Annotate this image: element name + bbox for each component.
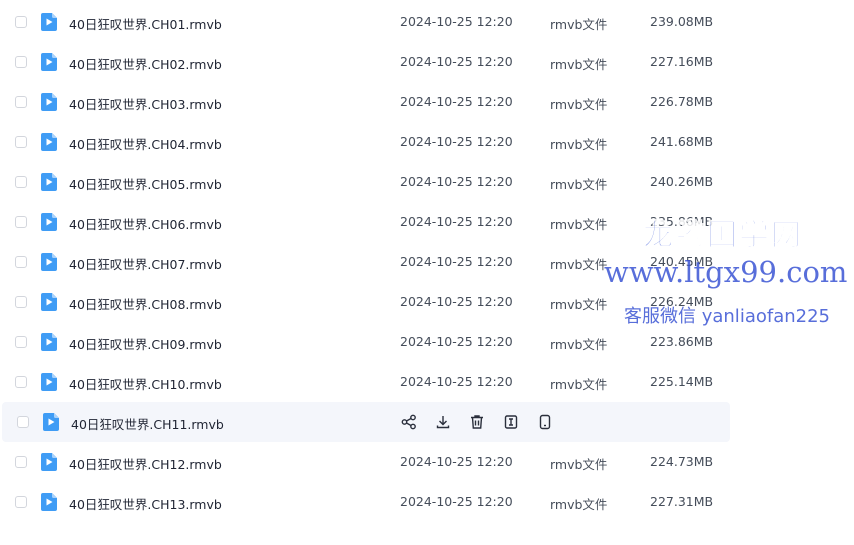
row-checkbox[interactable] xyxy=(15,456,27,468)
file-row[interactable]: 40日狂叹世界.CH03.rmvb 2024-10-25 12:20 rmvb文件 2… xyxy=(0,82,730,122)
file-date: 2024-10-25 12:20 xyxy=(400,134,513,149)
watermark-title: 龙腾国学网 xyxy=(643,218,803,254)
rename-icon[interactable] xyxy=(502,413,520,431)
file-size: 239.08MB xyxy=(650,14,714,29)
file-date: 2024-10-25 12:20 xyxy=(400,14,513,29)
file-date: 2024-10-25 12:20 xyxy=(400,334,513,349)
video-file-icon xyxy=(41,53,57,71)
file-row[interactable]: 40日狂叹世界.CH05.rmvb 2024-10-25 12:20 rmvb文件 2… xyxy=(0,162,730,202)
video-file-icon xyxy=(41,13,57,31)
video-file-icon xyxy=(41,93,57,111)
file-name[interactable]: 40日狂叹世界.CH05.rmvb xyxy=(69,174,222,193)
watermark-contact: 客服微信 yanliaofan225 xyxy=(624,306,830,327)
file-name[interactable]: 40日狂叹世界.CH07.rmvb xyxy=(69,254,222,273)
row-checkbox[interactable] xyxy=(15,176,27,188)
file-size: 227.31MB xyxy=(650,494,714,509)
file-type: rmvb文件 xyxy=(550,457,608,472)
file-type: rmvb文件 xyxy=(550,297,608,312)
file-row[interactable]: 40日狂叹世界.CH04.rmvb 2024-10-25 12:20 rmvb文件 2… xyxy=(0,122,730,162)
file-name[interactable]: 40日狂叹世界.CH11.rmvb xyxy=(71,414,224,433)
file-name[interactable]: 40日狂叹世界.CH01.rmvb xyxy=(69,14,222,33)
row-checkbox[interactable] xyxy=(15,136,27,148)
row-checkbox[interactable] xyxy=(15,296,27,308)
file-type: rmvb文件 xyxy=(550,217,608,232)
video-file-icon xyxy=(41,173,57,191)
file-date: 2024-10-25 12:20 xyxy=(400,374,513,389)
file-row[interactable]: 40日狂叹世界.CH11.rmvb xyxy=(2,402,730,442)
file-name[interactable]: 40日狂叹世界.CH03.rmvb xyxy=(69,94,222,113)
video-file-icon xyxy=(43,413,59,431)
share-icon[interactable] xyxy=(400,413,418,431)
row-checkbox[interactable] xyxy=(15,56,27,68)
file-size: 241.68MB xyxy=(650,134,714,149)
video-file-icon xyxy=(41,333,57,351)
file-name[interactable]: 40日狂叹世界.CH08.rmvb xyxy=(69,294,222,313)
video-file-icon xyxy=(41,493,57,511)
watermark-url: www.ltgx99.com xyxy=(604,255,848,289)
file-type: rmvb文件 xyxy=(550,97,608,112)
file-date: 2024-10-25 12:20 xyxy=(400,174,513,189)
video-file-icon xyxy=(41,373,57,391)
file-type: rmvb文件 xyxy=(550,377,608,392)
download-icon[interactable] xyxy=(434,413,452,431)
file-size: 227.16MB xyxy=(650,54,714,69)
row-checkbox[interactable] xyxy=(15,336,27,348)
file-date: 2024-10-25 12:20 xyxy=(400,254,513,269)
file-name[interactable]: 40日狂叹世界.CH10.rmvb xyxy=(69,374,222,393)
file-name[interactable]: 40日狂叹世界.CH12.rmvb xyxy=(69,454,222,473)
file-row[interactable]: 40日狂叹世界.CH10.rmvb 2024-10-25 12:20 rmvb文件 2… xyxy=(0,362,730,402)
row-checkbox[interactable] xyxy=(17,416,29,428)
row-checkbox[interactable] xyxy=(15,256,27,268)
file-row[interactable]: 40日狂叹世界.CH12.rmvb 2024-10-25 12:20 rmvb文件 2… xyxy=(0,442,730,482)
file-name[interactable]: 40日狂叹世界.CH02.rmvb xyxy=(69,54,222,73)
file-name[interactable]: 40日狂叹世界.CH04.rmvb xyxy=(69,134,222,153)
file-size: 225.14MB xyxy=(650,374,714,389)
file-date: 2024-10-25 12:20 xyxy=(400,94,513,109)
file-date: 2024-10-25 12:20 xyxy=(400,454,513,469)
file-type: rmvb文件 xyxy=(550,57,608,72)
video-file-icon xyxy=(41,133,57,151)
file-type: rmvb文件 xyxy=(550,137,608,152)
delete-icon[interactable] xyxy=(468,413,486,431)
file-size: 223.86MB xyxy=(650,334,714,349)
file-type: rmvb文件 xyxy=(550,337,608,352)
file-size: 224.73MB xyxy=(650,454,714,469)
file-name[interactable]: 40日狂叹世界.CH06.rmvb xyxy=(69,214,222,233)
file-name[interactable]: 40日狂叹世界.CH13.rmvb xyxy=(69,494,222,513)
file-row[interactable]: 40日狂叹世界.CH13.rmvb 2024-10-25 12:20 rmvb文件 2… xyxy=(0,482,730,522)
row-checkbox[interactable] xyxy=(15,376,27,388)
file-type: rmvb文件 xyxy=(550,257,608,272)
video-file-icon xyxy=(41,213,57,231)
file-date: 2024-10-25 12:20 xyxy=(400,494,513,509)
video-file-icon xyxy=(41,453,57,471)
file-type: rmvb文件 xyxy=(550,177,608,192)
file-row[interactable]: 40日狂叹世界.CH02.rmvb 2024-10-25 12:20 rmvb文件 2… xyxy=(0,42,730,82)
row-checkbox[interactable] xyxy=(15,496,27,508)
file-row[interactable]: 40日狂叹世界.CH06.rmvb 2024-10-25 12:20 rmvb文件 2… xyxy=(0,202,730,242)
file-date: 2024-10-25 12:20 xyxy=(400,214,513,229)
file-date: 2024-10-25 12:20 xyxy=(400,54,513,69)
video-file-icon xyxy=(41,253,57,271)
file-name[interactable]: 40日狂叹世界.CH09.rmvb xyxy=(69,334,222,353)
file-date: 2024-10-25 12:20 xyxy=(400,294,513,309)
video-file-icon xyxy=(41,293,57,311)
row-checkbox[interactable] xyxy=(15,16,27,28)
file-size: 240.26MB xyxy=(650,174,714,189)
open-on-phone-icon[interactable] xyxy=(536,413,554,431)
file-type: rmvb文件 xyxy=(550,17,608,32)
file-row[interactable]: 40日狂叹世界.CH01.rmvb 2024-10-25 12:20 rmvb文件 2… xyxy=(0,2,730,42)
file-size: 226.78MB xyxy=(650,94,714,109)
file-row[interactable]: 40日狂叹世界.CH09.rmvb 2024-10-25 12:20 rmvb文件 2… xyxy=(0,322,730,362)
file-type: rmvb文件 xyxy=(550,497,608,512)
row-checkbox[interactable] xyxy=(15,96,27,108)
row-checkbox[interactable] xyxy=(15,216,27,228)
